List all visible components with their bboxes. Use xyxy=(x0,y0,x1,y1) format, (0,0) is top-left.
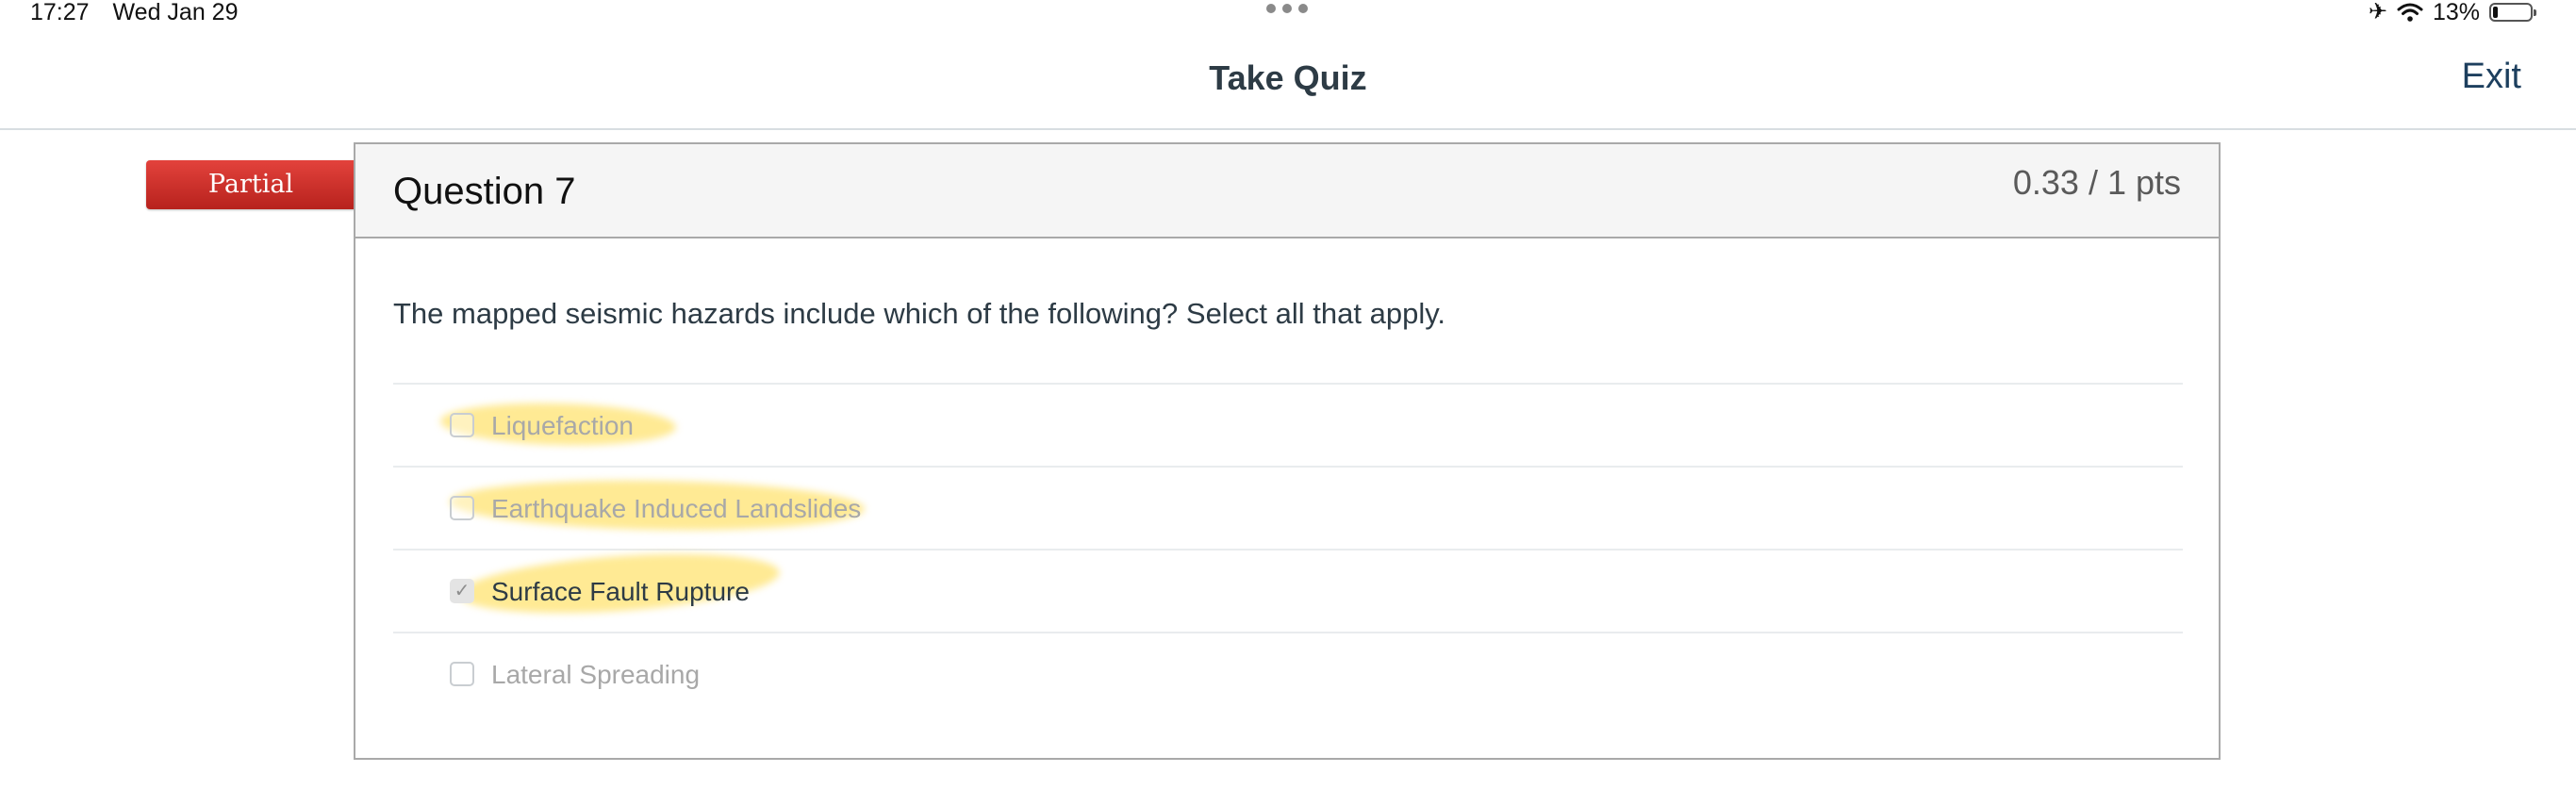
question-title: Question 7 xyxy=(393,171,576,212)
exit-button[interactable]: Exit xyxy=(2462,57,2521,97)
status-date: Wed Jan 29 xyxy=(112,0,239,25)
airplane-icon: ✈ xyxy=(2368,0,2387,25)
checkbox-icon[interactable] xyxy=(450,413,474,437)
flag-label: Partial xyxy=(207,170,294,199)
answer-option[interactable]: Earthquake Induced Landslides xyxy=(393,466,2183,549)
page-title: Take Quiz xyxy=(1209,58,1367,97)
answer-option[interactable]: ✓ Surface Fault Rupture xyxy=(393,545,2183,632)
answer-label: Liquefaction xyxy=(491,411,635,440)
question-card: Question 7 0.33 / 1 pts The mapped seism… xyxy=(354,142,2221,760)
answer-label: Lateral Spreading xyxy=(491,660,701,689)
answer-option[interactable]: Lateral Spreading xyxy=(393,632,2183,715)
checkbox-icon[interactable] xyxy=(450,496,474,520)
checkmark-icon[interactable]: ✓ xyxy=(450,579,474,603)
status-bar-clock: 17:27 Wed Jan 29 xyxy=(30,0,238,25)
question-header: Question 7 0.33 / 1 pts xyxy=(355,144,2219,238)
question-text: The mapped seismic hazards include which… xyxy=(393,297,1446,330)
answer-label: Surface Fault Rupture xyxy=(491,577,750,606)
multitasking-dots-icon[interactable] xyxy=(1266,4,1308,13)
answer-label: Earthquake Induced Landslides xyxy=(491,494,862,523)
battery-icon xyxy=(2489,3,2536,22)
question-points: 0.33 / 1 pts xyxy=(2012,163,2181,202)
answer-option[interactable]: Liquefaction xyxy=(393,383,2183,466)
checkbox-icon[interactable] xyxy=(450,662,474,686)
partial-score-flag: Partial xyxy=(146,160,382,209)
wifi-icon xyxy=(2397,3,2423,22)
answer-list: Liquefaction Earthquake Induced Landslid… xyxy=(393,383,2183,715)
header-divider xyxy=(0,128,2576,130)
battery-percent: 13% xyxy=(2432,0,2480,25)
status-bar-indicators: ✈ 13% xyxy=(2368,0,2536,25)
status-time: 17:27 xyxy=(30,0,90,25)
